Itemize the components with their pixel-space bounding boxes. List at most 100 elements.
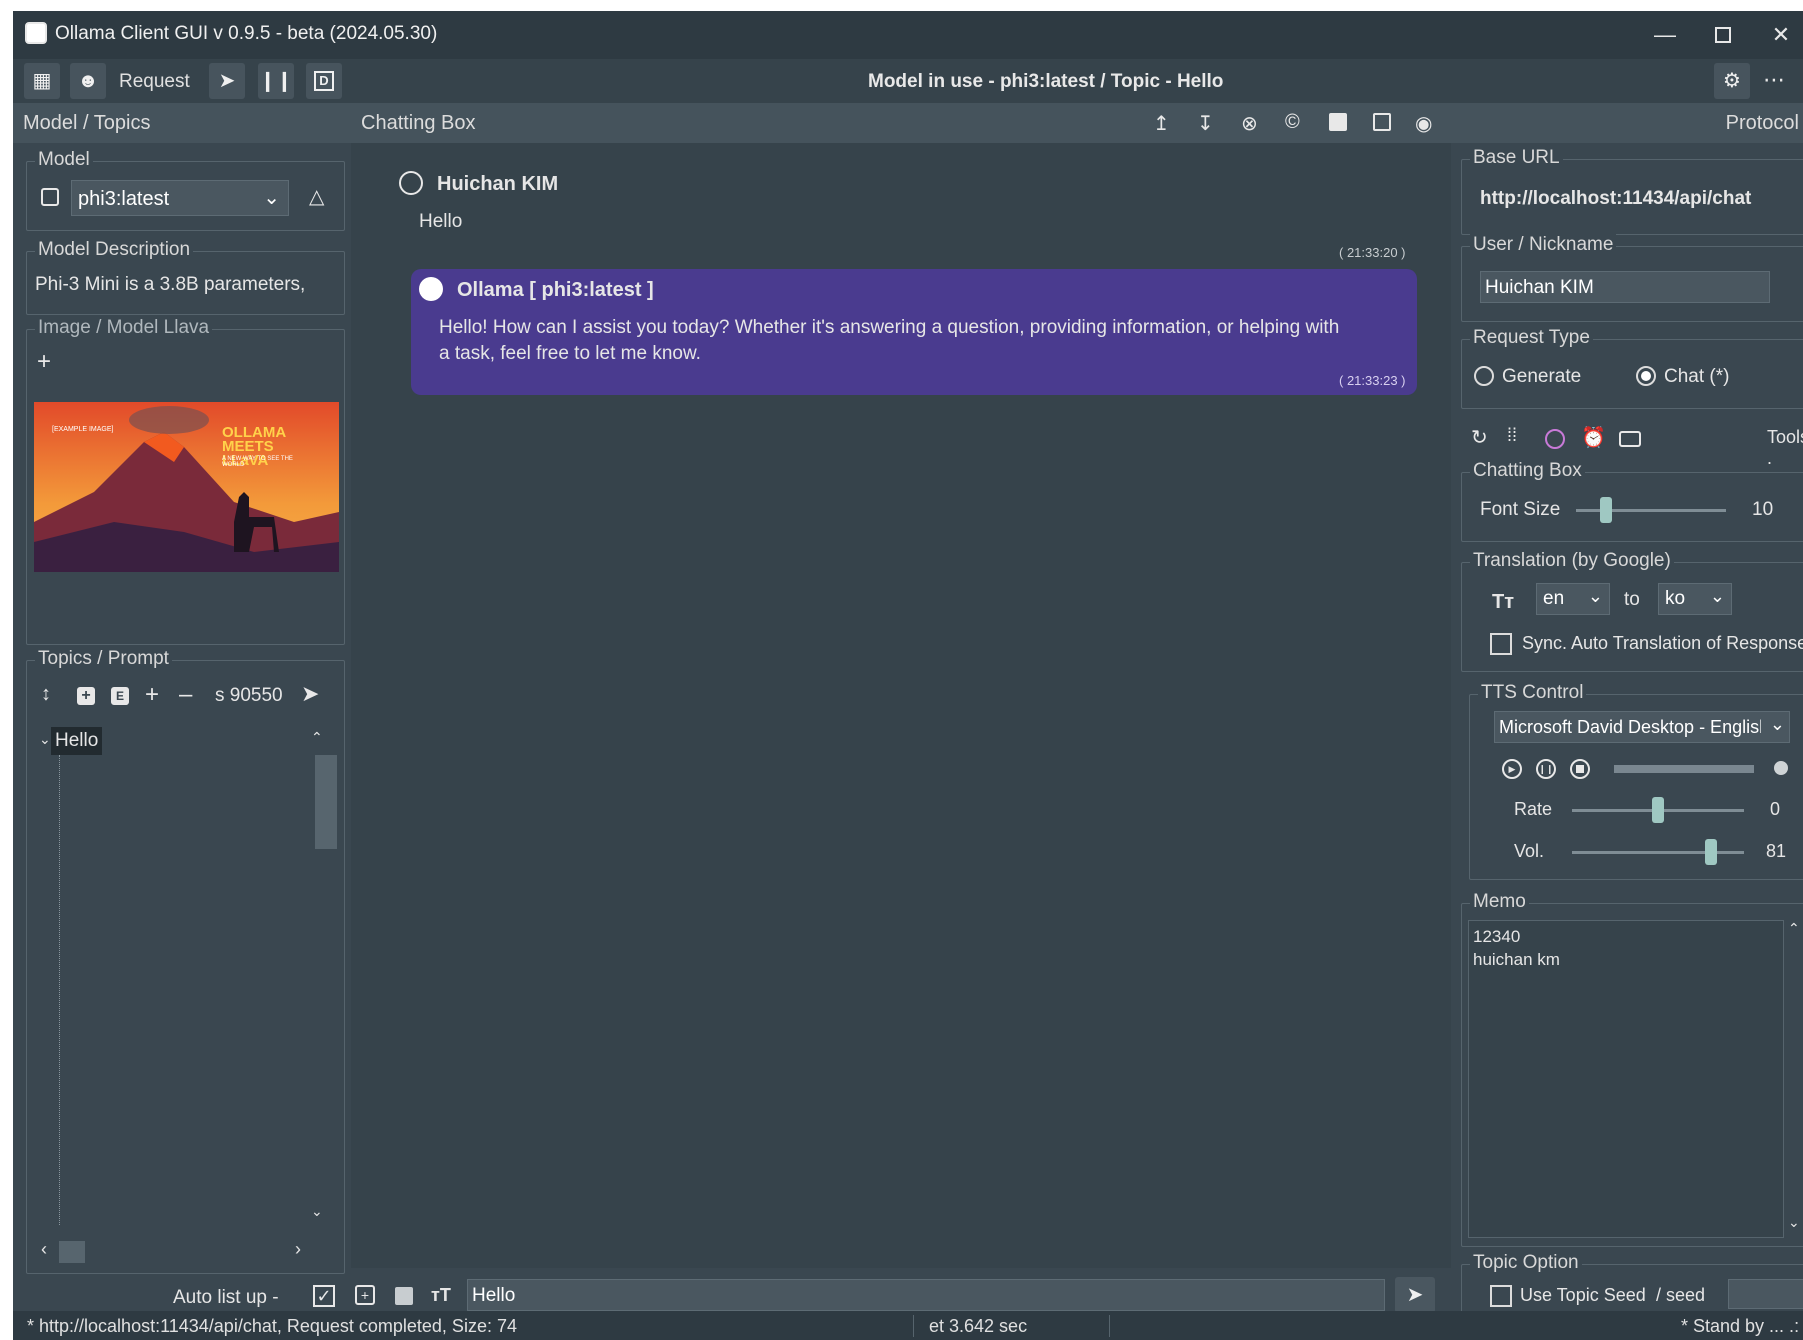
copyright-icon[interactable]: © [1285,111,1300,134]
refresh-icon[interactable]: ↻ [1471,425,1488,450]
memo-scroll-up-icon[interactable]: ⌃ [1788,920,1800,937]
vol-knob[interactable] [1705,839,1718,865]
memo-legend: Memo [1470,891,1529,913]
request-type-group: Request Type Generate Chat (*) [1461,327,1803,409]
grid-icon[interactable]: ▦ [24,63,60,99]
model-select[interactable]: phi3:latest ⌄ [71,180,289,216]
to-label: to [1624,589,1640,610]
font-size-track[interactable] [1576,509,1726,512]
to-language-select[interactable]: ko ⌄ [1658,583,1732,615]
base-url-legend: Base URL [1470,147,1563,169]
upload-icon[interactable]: ↥ [1153,111,1170,136]
from-language-select[interactable]: en ⌄ [1536,583,1610,615]
chatbox-settings-group: Chatting Box Font Size 10 [1461,460,1803,542]
message-input[interactable]: Hello [467,1279,1385,1311]
minimize-icon[interactable]: — [1645,19,1685,51]
horizontal-scrollbar-thumb[interactable] [59,1241,85,1263]
request-label: Request [119,71,190,92]
generate-radio[interactable] [1474,366,1494,386]
send-request-button[interactable]: ➤ [209,63,245,99]
gear-icon[interactable]: ⚙ [1714,63,1750,99]
circle-icon[interactable] [1545,429,1565,449]
status-bar: * http://localhost:11434/api/chat, Reque… [13,1311,1803,1340]
title-bar: Ollama Client GUI v 0.9.5 - beta (2024.0… [13,11,1803,59]
chevron-down-icon: ⌄ [1709,586,1725,606]
memo-scroll-down-icon[interactable]: ⌄ [1788,1214,1800,1231]
tts-progress-track[interactable] [1614,765,1754,773]
sync-translation-checkbox[interactable] [1490,633,1512,655]
scroll-down-icon[interactable]: ⌄ [311,1203,323,1220]
minus-icon[interactable]: – [179,681,192,709]
rate-knob[interactable] [1652,797,1664,823]
dots-grid-icon[interactable]: ⁞⁞ [1507,425,1517,446]
add-box-icon[interactable]: + [77,687,95,705]
font-size-knob[interactable] [1600,497,1612,523]
tts-legend: TTS Control [1478,682,1587,704]
window-icon[interactable] [1373,113,1391,131]
status-divider-2 [1109,1315,1110,1337]
topic-root[interactable]: Hello [51,727,103,755]
vol-label: Vol. [1514,841,1545,861]
model-group: Model phi3:latest ⌄ △ [26,149,345,231]
tts-voice-select[interactable]: Microsoft David Desktop - English ⌄ [1494,711,1790,743]
nickname-input[interactable]: Huichan KIM [1480,271,1770,303]
add-layer-icon[interactable]: + [355,1285,375,1305]
maximize-icon[interactable] [1703,19,1743,51]
memo-line-2: huichan km [1473,950,1560,969]
e-box-icon[interactable]: E [111,687,129,705]
sort-icon[interactable]: ↕ [41,683,51,706]
triangle-icon[interactable]: △ [309,184,324,209]
plus-icon[interactable]: + [145,681,159,709]
stop-icon[interactable] [1570,759,1590,779]
send-topic-icon[interactable]: ➤ [301,681,319,707]
tree-collapse-icon[interactable]: ⌄ [39,731,51,748]
memo-textarea[interactable]: 12340 huichan km [1468,920,1784,1238]
tts-progress-dot[interactable] [1774,761,1788,775]
user-group: User / Nickname Huichan KIM [1461,234,1803,322]
vertical-scrollbar-thumb[interactable] [315,755,337,849]
play-icon[interactable]: ▶ [1502,759,1522,779]
scroll-up-icon[interactable]: ⌃ [311,729,323,746]
model-select-value: phi3:latest [78,188,170,210]
right-panel-title: Protocol [1725,112,1799,134]
image-group: Image / Model Llava + [EXAMPLE IMAGE] OL… [26,317,345,645]
scroll-right-icon[interactable]: › [295,1239,301,1260]
left-panel-header: Model / Topics [13,103,351,143]
rate-label: Rate [1514,799,1553,819]
pause-icon[interactable]: ❙❙ [1536,759,1556,779]
add-image-icon[interactable]: + [37,348,51,376]
toolbar: ▦ ☻ Request ➤ ❙❙ D Model in use - phi3:l… [13,59,1803,103]
speaker-person-icon[interactable]: ◉ [1415,111,1432,136]
d-button[interactable]: D [306,63,342,99]
clear-icon[interactable]: ⊗ [1241,111,1258,136]
translation-legend: Translation (by Google) [1470,550,1674,572]
bot-message-time: ( 21:33:23 ) [1339,373,1406,388]
request-type-legend: Request Type [1470,327,1593,349]
chevron-down-icon: ⌄ [263,187,280,209]
more-icon[interactable]: ⋯ [1763,67,1785,93]
scroll-left-icon[interactable]: ‹ [41,1239,47,1260]
use-topic-seed-checkbox[interactable] [1490,1285,1512,1307]
pause-button[interactable]: ❙❙ [258,63,294,99]
bot-message-author: Ollama [ phi3:latest ] [457,279,654,301]
text-size-icon[interactable]: тT [431,1285,451,1306]
to-language-value: ko [1665,588,1686,609]
chat-label: Chat (*) [1664,366,1730,387]
vol-track[interactable] [1572,851,1744,854]
tools-label: Tools . [1767,427,1803,468]
chat-radio[interactable] [1636,366,1656,386]
seed-input[interactable] [1728,1279,1803,1309]
auto-list-checkbox[interactable]: ✓ [313,1285,335,1307]
download-icon[interactable]: ↧ [1197,111,1214,136]
save-icon[interactable] [1329,113,1347,131]
alarm-icon[interactable]: ⏰ [1581,425,1606,450]
user-avatar-icon [399,171,423,195]
radio-icon[interactable] [1619,431,1641,447]
image-subtitle-text: A NEW WAY TO SEE THE WORLD [222,456,293,468]
tts-voice-value: Microsoft David Desktop - English [1499,717,1761,737]
send-message-button[interactable]: ➤ [1395,1277,1435,1313]
font-size-value: 10 [1752,499,1774,520]
image-icon[interactable] [395,1287,413,1305]
llama-icon[interactable]: ☻ [70,63,106,99]
close-icon[interactable]: ✕ [1761,19,1801,51]
